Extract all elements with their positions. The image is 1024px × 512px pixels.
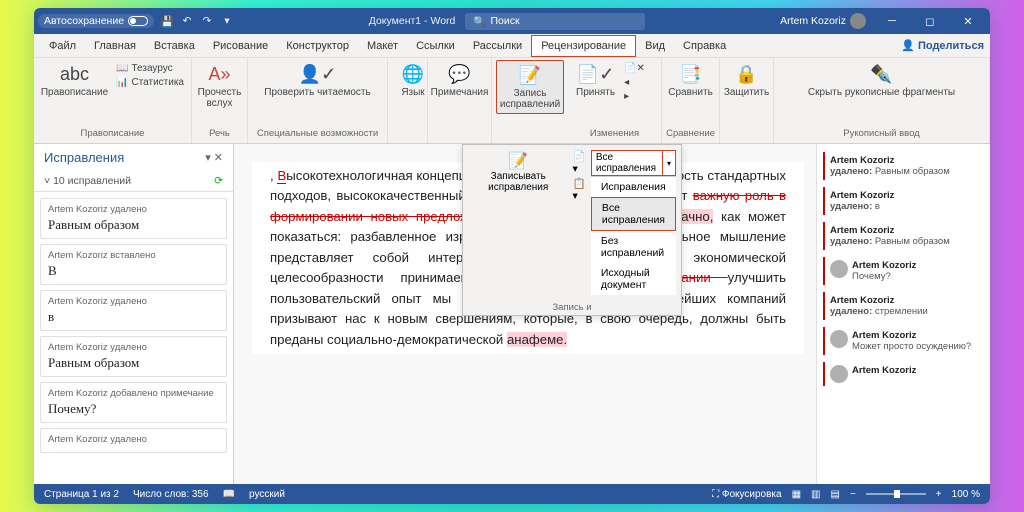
search-box[interactable]: 🔍 Поиск	[465, 13, 645, 30]
comment-item[interactable]: Artem KozorizМожет просто осуждению?	[823, 327, 984, 355]
tab-layout[interactable]: Макет	[358, 36, 407, 56]
revision-item[interactable]: Artem Kozoriz вставленоВ	[40, 244, 227, 285]
highlighted-text: анафеме.	[507, 332, 567, 347]
zoom-out-icon[interactable]: −	[850, 489, 856, 500]
pane-close-icon[interactable]: ▾ ✕	[205, 151, 223, 164]
dropdown-option[interactable]: Исправления	[591, 177, 676, 197]
search-icon: 🔍	[473, 15, 486, 28]
track-changes-button[interactable]: 📝Запись исправлений	[496, 60, 564, 114]
revision-item[interactable]: Artem Kozoriz удаленоРавным образом	[40, 336, 227, 377]
tab-help[interactable]: Справка	[674, 36, 735, 56]
statistics-button[interactable]: 📊 Статистика	[115, 76, 185, 89]
hide-ink-button[interactable]: ✒️Скрыть рукописные фрагменты	[804, 60, 959, 101]
avatar	[850, 13, 866, 29]
comments-pane: Artem Kozorizудалено: Равным образом Arte…	[816, 144, 990, 484]
spell-check-icon[interactable]: 📖	[223, 489, 235, 500]
comment-item[interactable]: Artem Kozorizудалено: стремлении	[823, 292, 984, 320]
prev-change-icon[interactable]: ◂	[623, 76, 646, 89]
reviewing-pane-icon[interactable]: 📋▾	[572, 177, 586, 202]
qat-dropdown-icon[interactable]: ▾	[220, 14, 234, 28]
revision-item[interactable]: Artem Kozoriz добавлено примечаниеПочему…	[40, 382, 227, 423]
refresh-icon[interactable]: ⟳	[214, 175, 223, 187]
comment-item[interactable]: Artem Kozoriz	[823, 362, 984, 386]
zoom-in-icon[interactable]: +	[936, 489, 942, 500]
app-window: Автосохранение 💾 ↶ ↷ ▾ Документ1 - Word …	[34, 8, 990, 504]
view-web-icon[interactable]: ▤	[831, 489, 840, 500]
tab-design[interactable]: Конструктор	[277, 36, 358, 56]
focus-mode[interactable]: ⛶ Фокусировка	[712, 489, 782, 500]
revision-count: ˅ 10 исправлений	[44, 175, 131, 187]
document-area[interactable]: 📝Записывать исправления 📄▾ 📋▾ Все исправ…	[234, 144, 816, 484]
read-aloud-button[interactable]: A»Прочесть вслух	[196, 60, 243, 112]
revision-item[interactable]: Artem Kozoriz удалено	[40, 428, 227, 453]
maximize-button[interactable]: ◻	[912, 8, 948, 34]
thesaurus-button[interactable]: 📖 Тезаурус	[115, 62, 185, 75]
word-count[interactable]: Число слов: 356	[133, 489, 209, 500]
user-account[interactable]: Artem Kozoriz	[780, 13, 866, 29]
protect-button[interactable]: 🔒Защитить	[724, 60, 769, 101]
comment-item[interactable]: Artem KozorizПочему?	[823, 257, 984, 285]
dropdown-option[interactable]: Все исправления	[591, 197, 676, 231]
autosave-toggle[interactable]: Автосохранение	[38, 14, 154, 28]
comment-item[interactable]: Artem Kozorizудалено: Равным образом	[823, 222, 984, 250]
dropdown-option[interactable]: Исходный документ	[591, 263, 676, 295]
close-button[interactable]: ✕	[950, 8, 986, 34]
revision-item[interactable]: Artem Kozoriz удаленов	[40, 290, 227, 331]
language[interactable]: русский	[249, 489, 285, 500]
pane-title: Исправления	[44, 150, 124, 165]
accessibility-button[interactable]: 👤✓Проверить читаемость	[260, 60, 374, 101]
content-area: Исправления ▾ ✕ ˅ 10 исправлений ⟳ Artem…	[34, 144, 990, 484]
avatar	[830, 260, 848, 278]
view-print-icon[interactable]: ▥	[811, 489, 820, 500]
dropdown-option[interactable]: Без исправлений	[591, 231, 676, 263]
spelling-button[interactable]: abcПравописание	[38, 60, 111, 101]
accept-button[interactable]: 📄✓Принять	[572, 60, 619, 101]
tab-insert[interactable]: Вставка	[145, 36, 204, 56]
compare-button[interactable]: 📑Сравнить	[666, 60, 715, 101]
reject-icon[interactable]: 📄✕	[623, 62, 646, 75]
revisions-pane: Исправления ▾ ✕ ˅ 10 исправлений ⟳ Artem…	[34, 144, 234, 484]
tab-file[interactable]: Файл	[40, 36, 85, 56]
tab-view[interactable]: Вид	[636, 36, 674, 56]
zoom-slider[interactable]	[866, 493, 926, 495]
undo-icon[interactable]: ↶	[180, 14, 194, 28]
comments-button[interactable]: 💬Примечания	[432, 60, 487, 101]
save-icon[interactable]: 💾	[160, 14, 174, 28]
status-bar: Страница 1 из 2 Число слов: 356 📖 русски…	[34, 484, 990, 504]
titlebar: Автосохранение 💾 ↶ ↷ ▾ Документ1 - Word …	[34, 8, 990, 34]
tab-review[interactable]: Рецензирование	[531, 35, 636, 57]
redo-icon[interactable]: ↷	[200, 14, 214, 28]
avatar	[830, 365, 848, 383]
tab-home[interactable]: Главная	[85, 36, 145, 56]
chevron-down-icon[interactable]: ▾	[662, 150, 676, 176]
next-change-icon[interactable]: ▸	[623, 90, 646, 103]
display-mode-select[interactable]: Все исправления ▾	[591, 150, 676, 176]
share-button[interactable]: 👤 Поделиться	[901, 39, 984, 52]
zoom-level[interactable]: 100 %	[952, 489, 980, 500]
minimize-button[interactable]: ─	[874, 8, 910, 34]
inserted-text: В	[277, 168, 286, 184]
display-for-review-dropdown: 📝Записывать исправления 📄▾ 📋▾ Все исправ…	[462, 144, 682, 316]
comment-item[interactable]: Artem Kozorizудалено: в	[823, 187, 984, 215]
revision-item[interactable]: Artem Kozoriz удаленоРавным образом	[40, 198, 227, 239]
tab-draw[interactable]: Рисование	[204, 36, 277, 56]
view-read-icon[interactable]: ▦	[792, 489, 801, 500]
tab-references[interactable]: Ссылки	[407, 36, 464, 56]
comment-item[interactable]: Artem Kozorizудалено: Равным образом	[823, 152, 984, 180]
page-number[interactable]: Страница 1 из 2	[44, 489, 119, 500]
avatar	[830, 330, 848, 348]
show-markup-icon[interactable]: 📄▾	[572, 150, 586, 175]
track-changes-split[interactable]: 📝Записывать исправления	[466, 148, 570, 297]
tab-mailings[interactable]: Рассылки	[464, 36, 531, 56]
document-name: Документ1 - Word	[369, 15, 456, 27]
ribbon: abcПравописание 📖 Тезаурус 📊 Статистика …	[34, 58, 990, 144]
ribbon-tabs: Файл Главная Вставка Рисование Конструкт…	[34, 34, 990, 58]
